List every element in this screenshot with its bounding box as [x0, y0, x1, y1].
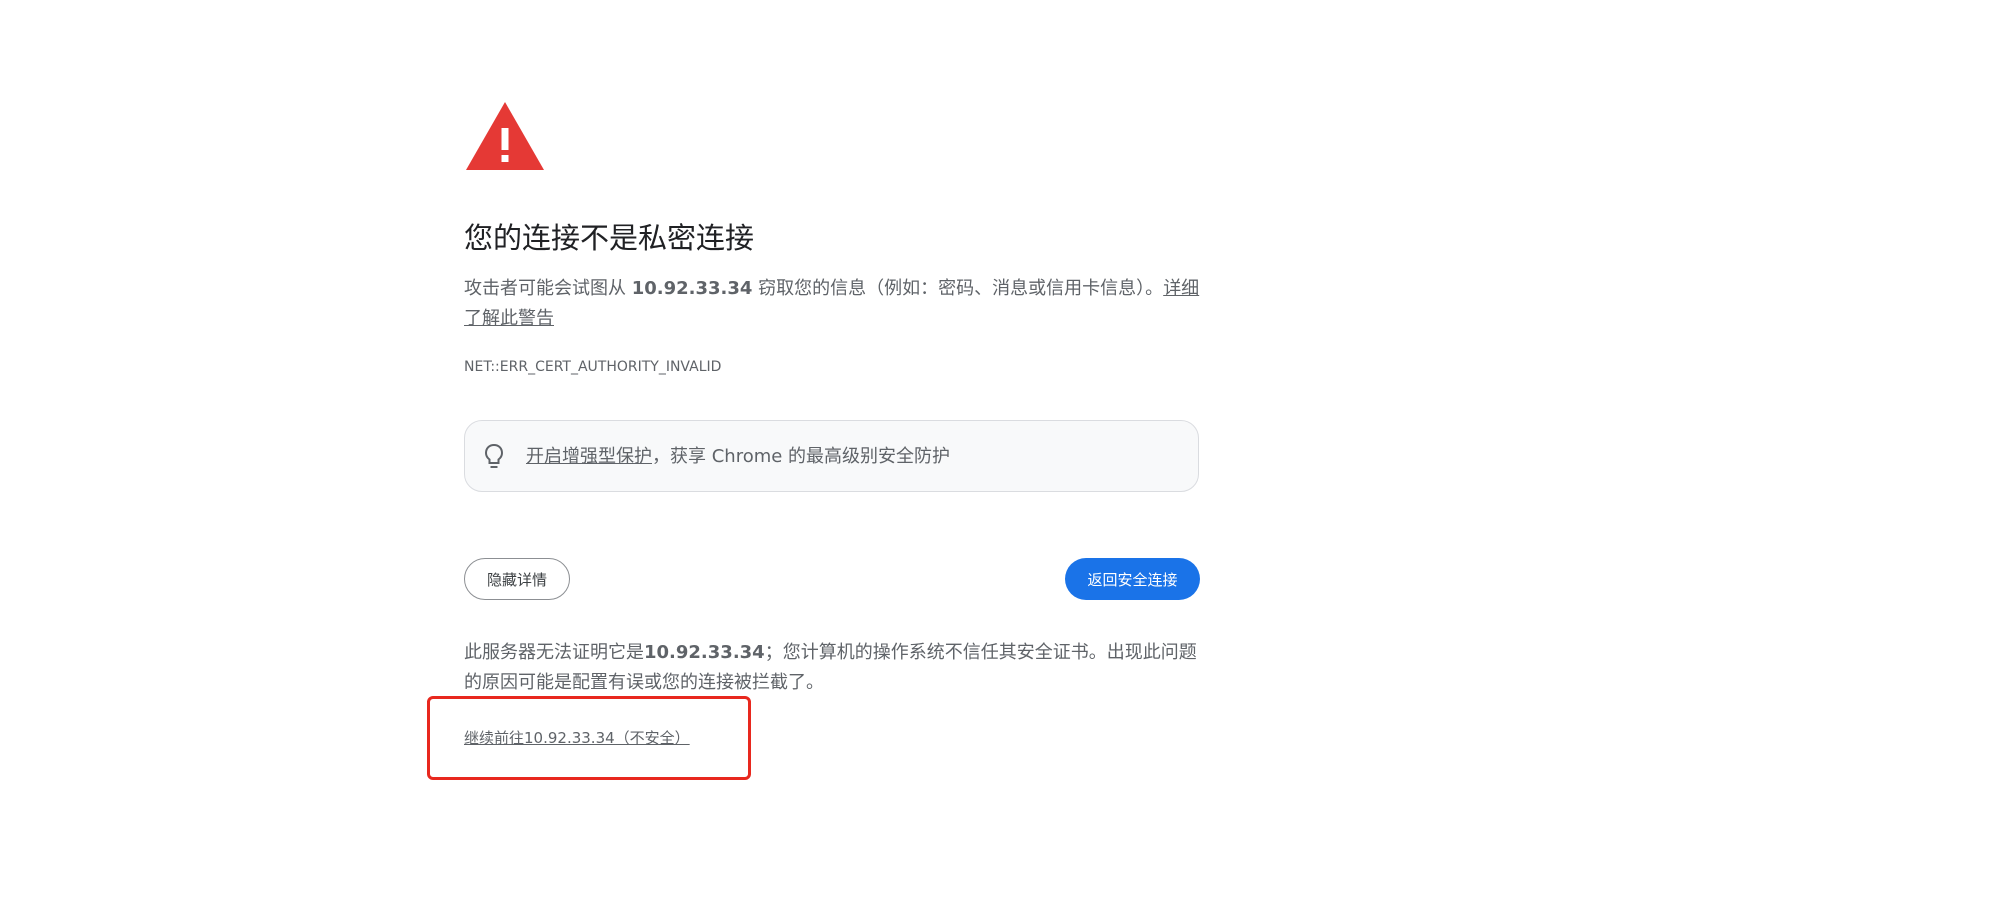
promo-suffix: ，获享 Chrome 的最高级别安全防护 [652, 446, 951, 467]
lightbulb-icon [484, 443, 504, 468]
warning-triangle-icon [466, 102, 544, 170]
details-paragraph: 此服务器无法证明它是10.92.33.34；您计算机的操作系统不信任其安全证书。… [464, 638, 1201, 698]
proceed-unsafe-link[interactable]: 继续前往10.92.33.34（不安全） [464, 727, 690, 749]
intro-paragraph: 攻击者可能会试图从 10.92.33.34 窃取您的信息（例如：密码、消息或信用… [464, 274, 1201, 334]
intro-host: 10.92.33.34 [631, 278, 753, 299]
back-to-safety-button[interactable]: 返回安全连接 [1065, 558, 1200, 600]
details-host: 10.92.33.34 [644, 642, 765, 663]
error-code: NET::ERR_CERT_AUTHORITY_INVALID [464, 359, 722, 375]
interstitial-page: 您的连接不是私密连接 攻击者可能会试图从 10.92.33.34 窃取您的信息（… [0, 0, 2000, 899]
intro-suffix: 窃取您的信息（例如：密码、消息或信用卡信息）。 [752, 278, 1164, 299]
hide-details-button[interactable]: 隐藏详情 [464, 558, 570, 600]
promo-text: 开启增强型保护，获享 Chrome 的最高级别安全防护 [526, 443, 950, 471]
page-title: 您的连接不是私密连接 [464, 221, 755, 255]
details-prefix: 此服务器无法证明它是 [464, 642, 644, 663]
enable-enhanced-protection-link[interactable]: 开启增强型保护 [526, 446, 652, 467]
intro-prefix: 攻击者可能会试图从 [464, 278, 632, 299]
enhanced-protection-promo: 开启增强型保护，获享 Chrome 的最高级别安全防护 [464, 420, 1199, 492]
